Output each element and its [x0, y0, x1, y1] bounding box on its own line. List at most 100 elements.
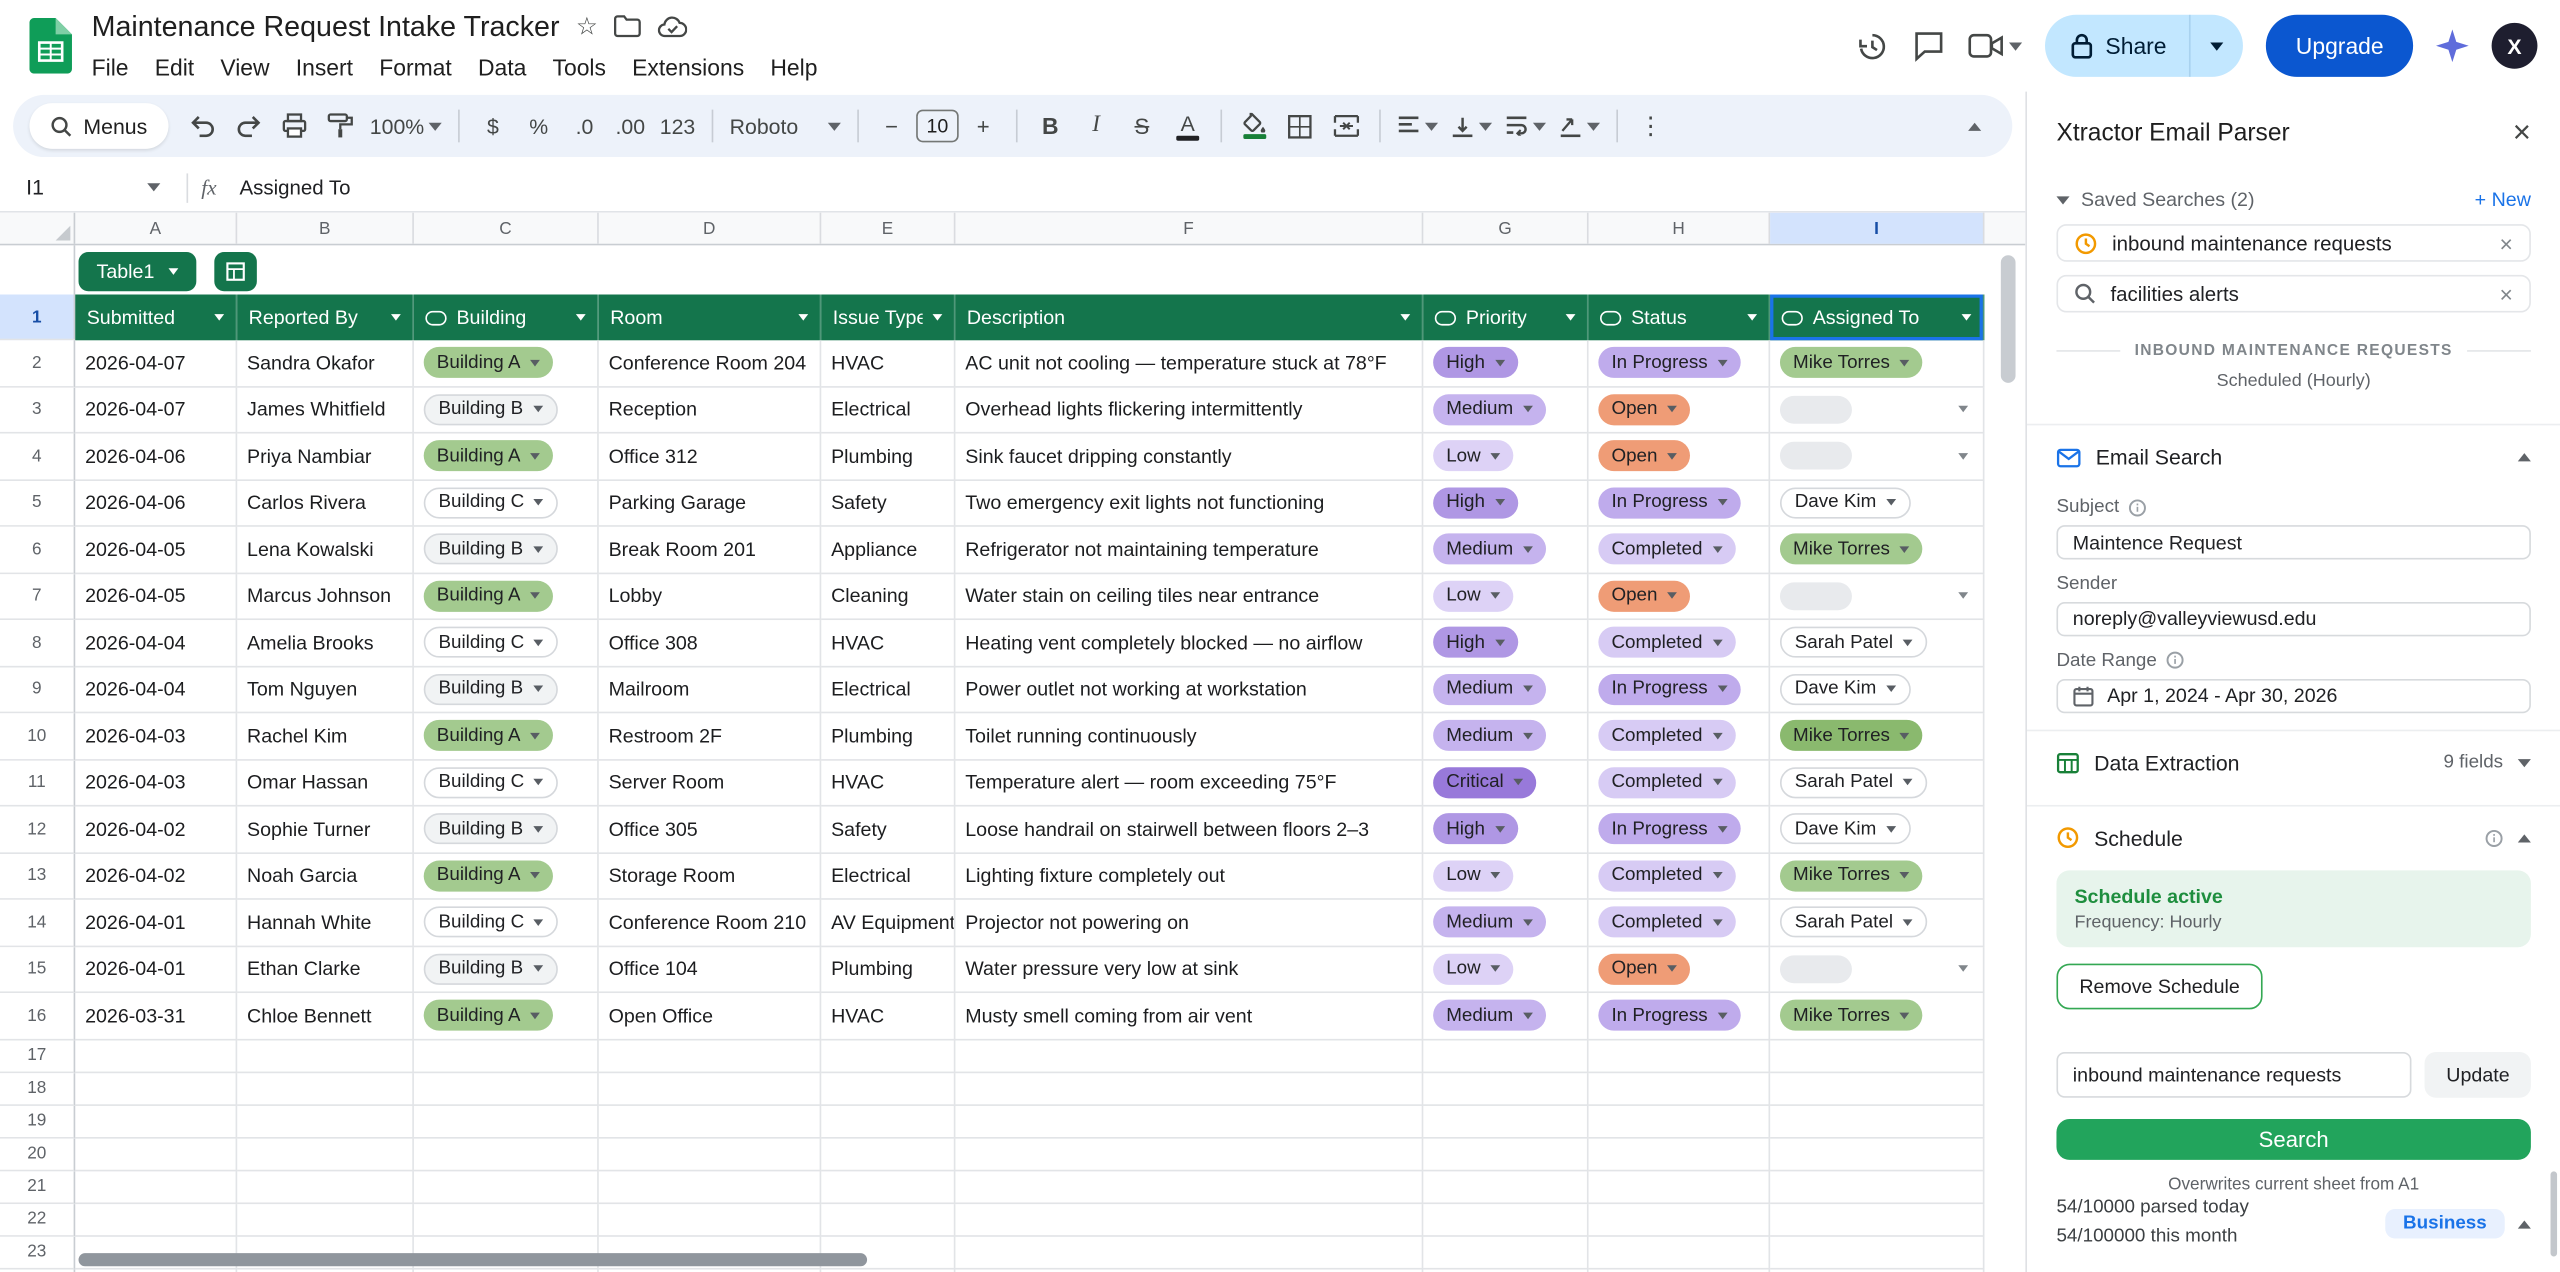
row-header-4[interactable]: 4	[0, 434, 75, 481]
bold-button[interactable]: B	[1029, 105, 1072, 148]
cell-F8[interactable]: Heating vent completely blocked — no air…	[955, 620, 1423, 667]
chevron-down-icon[interactable]	[1717, 686, 1727, 693]
cell-H11[interactable]: Completed	[1589, 760, 1771, 807]
chevron-down-icon[interactable]	[530, 872, 540, 879]
menu-data[interactable]: Data	[465, 51, 540, 84]
search-name-input[interactable]	[2056, 1052, 2411, 1098]
cell-E22[interactable]	[821, 1203, 955, 1236]
chevron-down-icon[interactable]	[1747, 314, 1757, 321]
menus-search-button[interactable]: Menus	[29, 103, 168, 149]
dropdown-chip[interactable]: Low	[1433, 860, 1513, 891]
cell-D16[interactable]: Open Office	[599, 993, 821, 1040]
chevron-down-icon[interactable]	[1886, 826, 1896, 833]
collapse-section-icon[interactable]	[2518, 834, 2531, 842]
chevron-down-icon[interactable]	[1958, 966, 1968, 973]
cell-F9[interactable]: Power outlet not working at workstation	[955, 667, 1423, 714]
dropdown-chip[interactable]: Medium	[1433, 674, 1546, 705]
chevron-down-icon[interactable]	[1523, 733, 1533, 740]
cell-F19[interactable]	[955, 1105, 1423, 1138]
row-header-14[interactable]: 14	[0, 900, 75, 947]
row-header-22[interactable]: 22	[0, 1203, 75, 1236]
cell-A15[interactable]: 2026-04-01	[75, 946, 237, 993]
row-header-17[interactable]: 17	[0, 1040, 75, 1073]
cell-F4[interactable]: Sink faucet dripping constantly	[955, 434, 1423, 481]
cell-G7[interactable]: Low	[1423, 573, 1588, 620]
row-header-11[interactable]: 11	[0, 760, 75, 807]
table-header-room[interactable]: Room	[599, 294, 821, 340]
cell-B16[interactable]: Chloe Bennett	[237, 993, 414, 1040]
remove-schedule-button[interactable]: Remove Schedule	[2056, 963, 2262, 1009]
column-header-e[interactable]: E	[821, 213, 955, 244]
remove-saved-icon[interactable]: ×	[2500, 282, 2513, 305]
cell-C21[interactable]	[414, 1171, 599, 1204]
text-color-button[interactable]: A	[1166, 105, 1209, 148]
horizontal-align-button[interactable]	[1392, 105, 1443, 148]
cell-F6[interactable]: Refrigerator not maintaining temperature	[955, 527, 1423, 574]
cell-G14[interactable]: Medium	[1423, 900, 1588, 947]
dropdown-chip[interactable]: Dave Kim	[1780, 674, 1911, 705]
chevron-down-icon[interactable]	[1495, 826, 1505, 833]
cell-A17[interactable]	[75, 1040, 237, 1073]
cell-E20[interactable]	[821, 1138, 955, 1171]
chevron-down-icon[interactable]	[1717, 360, 1727, 367]
chevron-down-icon[interactable]	[1523, 686, 1533, 693]
cell-B3[interactable]: James Whitfield	[237, 387, 414, 434]
column-header-a[interactable]: A	[75, 213, 237, 244]
cell-C20[interactable]	[414, 1138, 599, 1171]
row-header-15[interactable]: 15	[0, 946, 75, 993]
cell-A10[interactable]: 2026-04-03	[75, 713, 237, 760]
table-header-building[interactable]: Building	[414, 294, 599, 340]
column-header-b[interactable]: B	[237, 213, 414, 244]
cell-D10[interactable]: Restroom 2F	[599, 713, 821, 760]
cell-E6[interactable]: Appliance	[821, 527, 955, 574]
borders-button[interactable]	[1279, 105, 1322, 148]
dropdown-chip[interactable]: Building A	[424, 720, 553, 751]
table-header-issue-type[interactable]: Issue Type	[821, 294, 955, 340]
cell-H2[interactable]: In Progress	[1589, 340, 1771, 387]
zoom-control[interactable]: 100%	[365, 105, 447, 148]
cell-C22[interactable]	[414, 1203, 599, 1236]
cell-A11[interactable]: 2026-04-03	[75, 760, 237, 807]
row-header-7[interactable]: 7	[0, 573, 75, 620]
dropdown-chip[interactable]: Completed	[1598, 720, 1735, 751]
cell-B18[interactable]	[237, 1072, 414, 1105]
dropdown-chip[interactable]: Building A	[424, 860, 553, 891]
cell-F21[interactable]	[955, 1171, 1423, 1204]
cell-G8[interactable]: High	[1423, 620, 1588, 667]
cell-G6[interactable]: Medium	[1423, 527, 1588, 574]
chevron-down-icon[interactable]	[1495, 639, 1505, 646]
chevron-down-icon[interactable]	[1962, 314, 1972, 321]
decrease-decimal-button[interactable]: .0	[563, 105, 606, 148]
cell-C17[interactable]	[414, 1040, 599, 1073]
dropdown-chip[interactable]: Building A	[424, 440, 553, 471]
saved-search-item[interactable]: inbound maintenance requests ×	[2056, 224, 2530, 262]
cell-F12[interactable]: Loose handrail on stairwell between floo…	[955, 807, 1423, 854]
dropdown-chip[interactable]: Building A	[424, 580, 553, 611]
chevron-down-icon[interactable]	[530, 1012, 540, 1019]
cell-B17[interactable]	[237, 1040, 414, 1073]
cell-E14[interactable]: AV Equipment	[821, 900, 955, 947]
chevron-down-icon[interactable]	[391, 314, 401, 321]
menu-extensions[interactable]: Extensions	[619, 51, 757, 84]
cell-B20[interactable]	[237, 1138, 414, 1171]
cell-D7[interactable]: Lobby	[599, 573, 821, 620]
chevron-down-icon[interactable]	[1495, 499, 1505, 506]
cell-F14[interactable]: Projector not powering on	[955, 900, 1423, 947]
vertical-align-button[interactable]	[1446, 105, 1497, 148]
cell-D20[interactable]	[599, 1138, 821, 1171]
row-header-2[interactable]: 2	[0, 340, 75, 387]
cell-A9[interactable]: 2026-04-04	[75, 667, 237, 714]
increase-font-size-button[interactable]: +	[962, 105, 1005, 148]
cell-D19[interactable]	[599, 1105, 821, 1138]
dropdown-chip[interactable]: Building C	[424, 627, 559, 658]
hide-toolbar-button[interactable]	[1953, 105, 1996, 148]
dropdown-chip[interactable]: Mike Torres	[1780, 534, 1923, 565]
version-history-icon[interactable]	[1855, 29, 1889, 63]
row-header-16[interactable]: 16	[0, 993, 75, 1040]
cell-G19[interactable]	[1423, 1105, 1588, 1138]
chevron-down-icon[interactable]	[530, 733, 540, 740]
chevron-down-icon[interactable]	[1717, 499, 1727, 506]
chevron-down-icon[interactable]	[1712, 546, 1722, 553]
cell-D9[interactable]: Mailroom	[599, 667, 821, 714]
cell-F2[interactable]: AC unit not cooling — temperature stuck …	[955, 340, 1423, 387]
